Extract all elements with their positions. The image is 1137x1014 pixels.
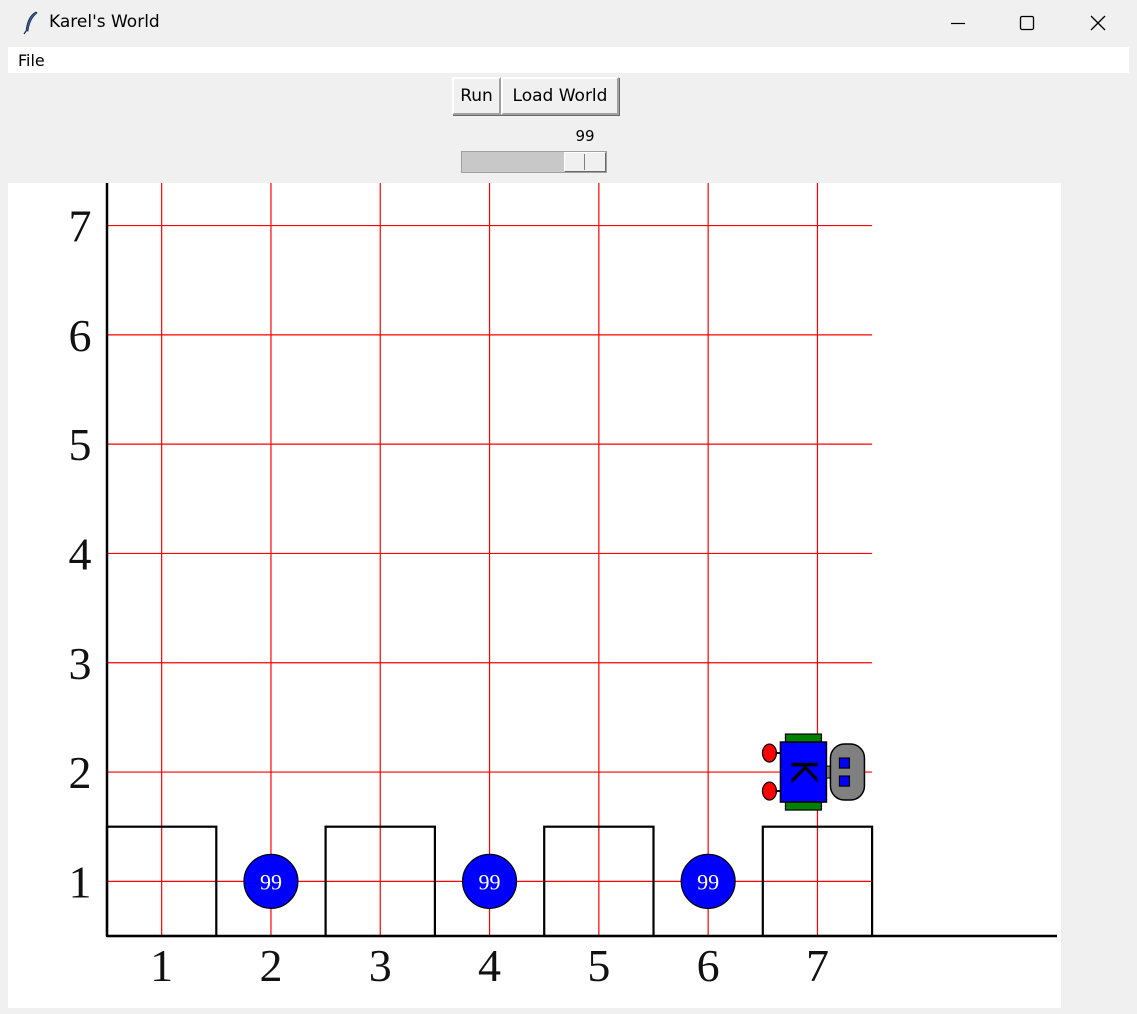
x-tick-label: 7 [806,940,829,991]
minimize-button[interactable] [923,0,993,46]
karel-head [829,743,866,801]
karel-window: Karel's World File Run Load World 99 1 2 3… [0,0,1137,1014]
karel-foot-top [761,743,778,763]
karel-eye [838,757,851,769]
karel-eye [838,775,851,787]
world-canvas[interactable]: 1 2 3 4 5 6 7 1 2 3 4 5 6 7 99 99 99 K [8,183,1061,1008]
x-tick-label: 3 [369,940,392,991]
karel-foot-bottom [761,781,778,801]
karel-letter: K [782,759,823,784]
speed-slider-handle[interactable] [564,152,606,172]
x-tick-label: 5 [587,940,610,991]
load-world-button[interactable]: Load World [501,77,619,115]
close-icon [1090,15,1106,31]
maximize-icon [1019,15,1035,31]
beeper-count: 99 [697,869,719,894]
minimize-icon [951,22,965,25]
speed-slider[interactable] [461,151,607,173]
close-button[interactable] [1063,0,1133,46]
y-tick-label: 7 [69,201,92,252]
menu-file[interactable]: File [18,51,45,70]
x-tick-label: 6 [697,940,720,991]
menu-bar: File [8,47,1129,73]
maximize-button[interactable] [992,0,1062,46]
y-tick-label: 3 [69,638,92,689]
karel-world-grid: 1 2 3 4 5 6 7 1 2 3 4 5 6 7 99 99 99 K [69,183,1057,991]
beeper-count: 99 [260,869,282,894]
title-bar[interactable]: Karel's World [0,0,1137,46]
y-tick-label: 2 [69,747,92,798]
y-tick-label: 1 [69,856,92,907]
speed-value: 99 [575,127,595,145]
x-tick-label: 2 [259,940,282,991]
y-tick-label: 5 [69,419,92,470]
feather-icon [23,11,38,35]
y-tick-label: 4 [69,528,92,579]
x-tick-label: 1 [150,940,173,991]
run-button[interactable]: Run [452,77,501,115]
x-tick-label: 4 [478,940,501,991]
y-tick-label: 6 [69,310,92,361]
beeper-count: 99 [479,869,501,894]
window-title: Karel's World [49,12,160,32]
